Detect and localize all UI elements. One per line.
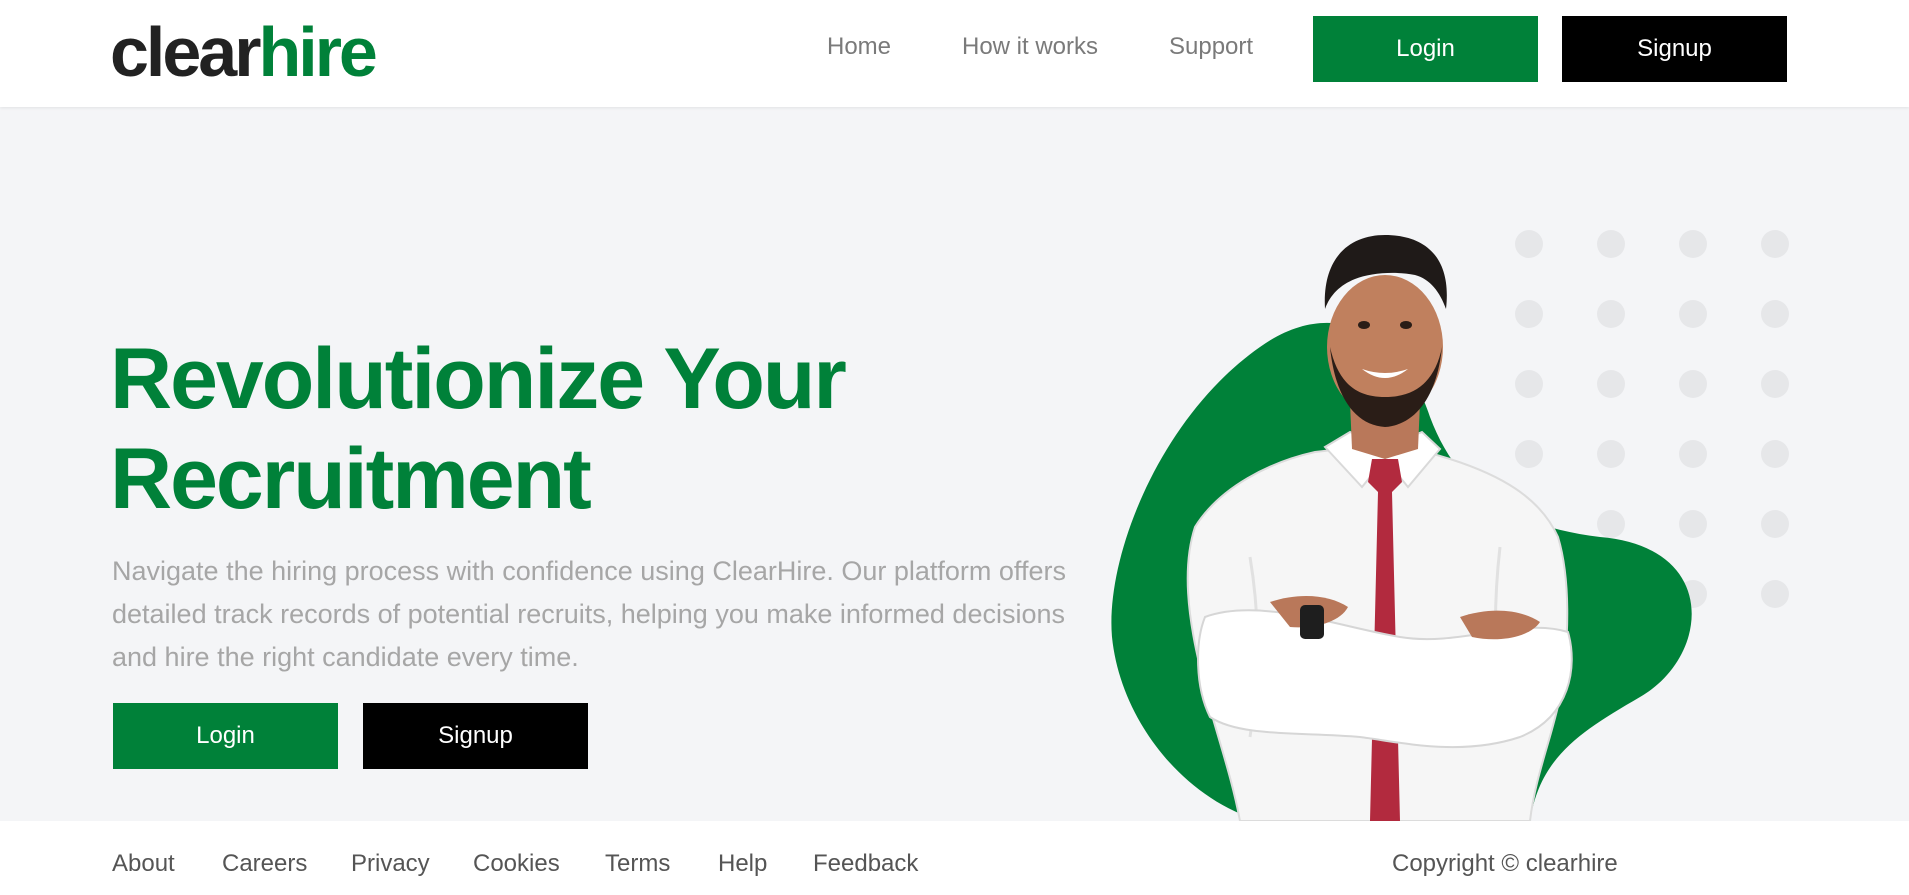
hero-login-button[interactable]: Login [113, 703, 338, 769]
decorative-dot [1761, 510, 1789, 538]
wristwatch [1300, 605, 1324, 639]
decorative-dot [1761, 300, 1789, 328]
nav-how-it-works-link[interactable]: How it works [962, 32, 1098, 62]
nav-support-link[interactable]: Support [1169, 32, 1253, 62]
hero-title-line-1: Revolutionize Your [110, 331, 847, 427]
decorative-dot [1761, 370, 1789, 398]
footer-cookies-link[interactable]: Cookies [473, 849, 560, 879]
site-footer: About Careers Privacy Cookies Terms Help… [0, 821, 1909, 895]
nav-home-link[interactable]: Home [827, 32, 891, 62]
clearhire-logo[interactable]: clearhire [110, 12, 378, 92]
logo-part-hire: hire [258, 13, 377, 91]
decorative-dot [1761, 580, 1789, 608]
footer-terms-link[interactable]: Terms [605, 849, 670, 879]
header-signup-button[interactable]: Signup [1562, 16, 1787, 82]
header-login-button[interactable]: Login [1313, 16, 1538, 82]
hero-description: Navigate the hiring process with confide… [112, 556, 1066, 672]
footer-about-link[interactable]: About [112, 849, 175, 879]
footer-feedback-link[interactable]: Feedback [813, 849, 918, 879]
logo-part-clear: clear [110, 13, 261, 91]
site-header: clearhire Home How it works Support Logi… [0, 0, 1909, 107]
hero-section: Revolutionize Your Recruitment Navigate … [0, 107, 1909, 821]
footer-help-link[interactable]: Help [718, 849, 767, 879]
hero-person-illustration [1111, 235, 1692, 821]
footer-careers-link[interactable]: Careers [222, 849, 307, 879]
hero-title-line-2: Recruitment [110, 431, 592, 527]
hero-signup-button[interactable]: Signup [363, 703, 588, 769]
copyright-text: Copyright © clearhire [1392, 850, 1618, 877]
hero-title: Revolutionize Your Recruitment [110, 329, 930, 529]
footer-privacy-link[interactable]: Privacy [351, 849, 430, 879]
decorative-dot [1761, 230, 1789, 258]
decorative-dot [1761, 440, 1789, 468]
